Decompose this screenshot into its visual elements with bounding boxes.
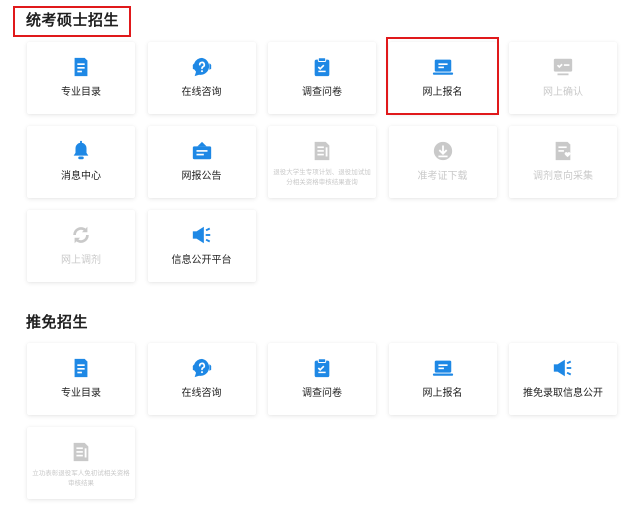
question-bubble-icon — [191, 357, 213, 379]
tile-label: 信息公开平台 — [171, 255, 232, 266]
tile-label: 网上确认 — [543, 87, 583, 98]
laptop-icon — [432, 357, 454, 379]
tile-label: 消息中心 — [61, 171, 101, 182]
tile-label: 专业目录 — [61, 87, 101, 98]
tile-document-list-1-5[interactable]: 立功表彰退役军人免初试相关资格审核结果 — [27, 427, 135, 499]
clipboard-check-icon — [311, 56, 333, 78]
document-list-icon — [311, 140, 333, 162]
tile-label: 立功表彰退役军人免初试相关资格审核结果 — [32, 469, 130, 487]
clipboard-check-icon — [311, 357, 333, 379]
tile-label: 网上报名 — [422, 388, 463, 399]
tile-label: 准考证下载 — [417, 171, 468, 182]
download-icon — [432, 140, 454, 162]
bell-icon — [70, 140, 92, 162]
section-title-recommended: 推免招生 — [26, 313, 89, 331]
tile-notice-board-0-6[interactable]: 网报公告 — [147, 126, 256, 198]
tile-laptop-1-3[interactable]: 网上报名 — [388, 343, 497, 415]
section-title-unified-exam: 统考硕士招生 — [26, 11, 120, 29]
monitor-check-icon — [552, 56, 574, 78]
tile-label: 专业目录 — [61, 388, 101, 399]
tile-book-1-0[interactable]: 专业目录 — [27, 343, 135, 415]
tile-megaphone-1-4[interactable]: 推免录取信息公开 — [509, 343, 617, 415]
tile-clipboard-check-1-2[interactable]: 调查问卷 — [268, 343, 376, 415]
tile-question-bubble-1-1[interactable]: 在线咨询 — [147, 343, 256, 415]
tile-label: 推免录取信息公开 — [523, 388, 603, 399]
document-heart-icon — [552, 140, 574, 162]
tile-label: 调剂意向采集 — [533, 171, 593, 182]
tile-label: 网上报名 — [422, 87, 463, 98]
tile-monitor-check-0-4[interactable]: 网上确认 — [509, 42, 617, 114]
tile-refresh-0-10[interactable]: 网上调剂 — [27, 210, 135, 282]
tile-bell-0-5[interactable]: 消息中心 — [27, 126, 135, 198]
tile-label: 在线咨询 — [181, 87, 222, 98]
tile-label: 在线咨询 — [181, 388, 222, 399]
tile-clipboard-check-0-2[interactable]: 调查问卷 — [268, 42, 376, 114]
tile-label: 网上调剂 — [61, 255, 101, 266]
megaphone-icon — [191, 224, 213, 246]
tile-laptop-0-3[interactable]: 网上报名 — [388, 42, 497, 114]
book-icon — [70, 56, 92, 78]
tile-document-list-0-7[interactable]: 退役大学生专项计划、退役加试加分相关资格审核结果查询 — [268, 126, 376, 198]
megaphone-icon — [552, 357, 574, 379]
tile-megaphone-0-11[interactable]: 信息公开平台 — [147, 210, 256, 282]
document-list-icon — [70, 441, 92, 463]
notice-board-icon — [191, 140, 213, 162]
question-bubble-icon — [191, 56, 213, 78]
tile-label: 退役大学生专项计划、退役加试加分相关资格审核结果查询 — [273, 168, 371, 186]
laptop-icon — [432, 56, 454, 78]
book-icon — [70, 357, 92, 379]
tile-document-heart-0-9[interactable]: 调剂意向采集 — [509, 126, 617, 198]
tile-label: 调查问卷 — [302, 388, 342, 399]
tile-label: 网报公告 — [181, 171, 222, 182]
refresh-icon — [70, 224, 92, 246]
tile-book-0-0[interactable]: 专业目录 — [27, 42, 135, 114]
tile-download-0-8[interactable]: 准考证下载 — [388, 126, 497, 198]
tile-label: 调查问卷 — [302, 87, 342, 98]
tile-question-bubble-0-1[interactable]: 在线咨询 — [147, 42, 256, 114]
